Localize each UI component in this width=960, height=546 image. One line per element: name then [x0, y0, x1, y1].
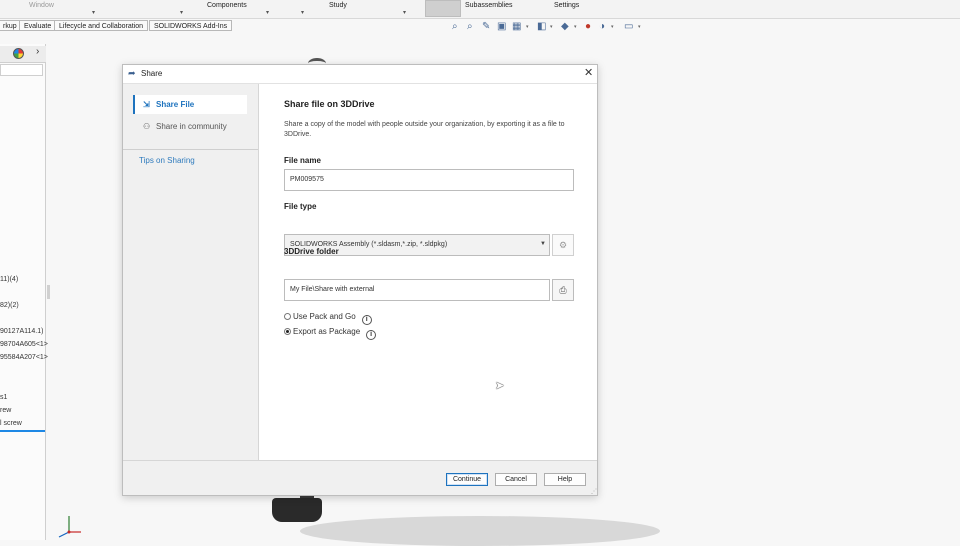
gear-icon[interactable]: ⚙	[552, 234, 574, 256]
folder-input[interactable]: My File\Share with external	[284, 279, 550, 301]
ribbon-window-label[interactable]: Window	[29, 2, 54, 10]
dialog-title-bar[interactable]: ➦ Share ✕	[123, 65, 597, 84]
dialog-nav-pane: ⇲ Share File ⚇ Share in community Tips on …	[123, 84, 259, 460]
nav-item-share-community[interactable]: ⚇ Share in community	[133, 117, 247, 136]
tree-item[interactable]: 95584A207<1>	[0, 354, 48, 362]
chevron-right-icon[interactable]: ›	[36, 46, 39, 57]
chevron-down-icon: ▼	[540, 241, 546, 247]
content-description: Share a copy of the model with people ou…	[284, 121, 565, 138]
model-part-base	[272, 498, 322, 522]
file-type-label: File type	[284, 202, 317, 211]
command-manager-ribbon: Window ▾ ▾ Components ▾ ▾ Study ▾ Subass…	[0, 0, 960, 19]
tab-lifecycle[interactable]: Lifecycle and Collaboration	[54, 20, 149, 31]
ribbon-study-label[interactable]: Study	[329, 2, 347, 10]
file-name-label: File name	[284, 156, 321, 165]
tab-addins[interactable]: SOLIDWORKS Add-Ins	[149, 20, 233, 31]
tips-on-sharing-link[interactable]: Tips on Sharing	[139, 156, 195, 165]
ribbon-components-label[interactable]: Components	[207, 2, 247, 10]
folder-label: 3DDrive folder	[284, 247, 339, 256]
chevron-down-icon[interactable]: ▾	[550, 24, 553, 30]
chevron-down-icon[interactable]: ▾	[574, 24, 577, 30]
panel-splitter-handle[interactable]	[47, 285, 50, 299]
pack-and-go-radio[interactable]: Use Pack and Go i	[284, 312, 372, 325]
community-icon: ⚇	[143, 122, 151, 131]
ribbon-settings-label[interactable]: Settings	[554, 2, 579, 10]
close-button[interactable]: ✕	[584, 67, 593, 79]
tree-item[interactable]: 82)(2)	[0, 302, 19, 310]
zoom-area-icon[interactable]: ⌕	[467, 22, 473, 32]
share-file-icon: ⇲	[143, 100, 150, 109]
nav-item-label: Share in community	[156, 122, 227, 131]
chevron-down-icon[interactable]: ▾	[180, 9, 183, 16]
resize-grip-icon[interactable]: ⋰	[591, 489, 597, 495]
folder-value: My File\Share with external	[290, 286, 375, 293]
tree-item[interactable]: 98704A605<1>	[0, 341, 48, 349]
display-style-icon[interactable]: ◧	[537, 22, 546, 32]
dialog-title: Share	[141, 69, 163, 78]
share-dialog: ➦ Share ✕ ⇲ Share File ⚇ Share in communit…	[122, 64, 598, 496]
section-view-icon[interactable]: ▣	[497, 22, 506, 32]
info-icon[interactable]: i	[366, 330, 377, 340]
tree-item[interactable]: s1	[0, 394, 7, 402]
tree-item[interactable]: 11)(4)	[0, 276, 18, 284]
monitor-icon[interactable]: ▭	[624, 22, 633, 32]
content-heading: Share file on 3DDrive	[284, 99, 375, 109]
chevron-down-icon[interactable]: ▾	[92, 9, 95, 16]
ribbon-active-button[interactable]	[425, 0, 461, 17]
appearance-icon[interactable]: ●	[585, 22, 591, 32]
chevron-down-icon[interactable]: ▾	[526, 24, 529, 30]
model-floor-shadow	[300, 516, 660, 546]
ribbon-subassemblies-label[interactable]: Subassemblies	[465, 2, 512, 10]
radio-export-package[interactable]	[284, 328, 291, 335]
tree-selection-indicator	[0, 430, 45, 432]
tree-item[interactable]: 90127A114.1)	[0, 328, 43, 336]
dialog-footer: Continue Cancel Help	[123, 460, 597, 495]
hide-show-icon[interactable]: ◆	[561, 22, 569, 32]
radio-pack-and-go[interactable]	[284, 313, 291, 320]
chevron-down-icon[interactable]: ▾	[266, 9, 269, 16]
nav-item-label: Share File	[156, 100, 195, 109]
tree-filter-input[interactable]	[0, 64, 43, 76]
view-orientation-icon[interactable]: ▦	[512, 22, 521, 32]
cancel-button[interactable]: Cancel	[495, 473, 537, 486]
info-icon[interactable]: i	[361, 315, 372, 325]
nav-divider	[123, 149, 258, 150]
export-package-radio[interactable]: Export as Package i	[284, 327, 377, 340]
tree-item[interactable]: l screw	[0, 420, 22, 428]
folder-browse-icon[interactable]: ⎙	[552, 279, 574, 301]
file-name-input[interactable]: PM009575	[284, 169, 574, 191]
help-button[interactable]: Help	[544, 473, 586, 486]
tab-evaluate[interactable]: Evaluate	[19, 20, 57, 31]
chevron-down-icon[interactable]: ▾	[611, 24, 614, 30]
chevron-down-icon[interactable]: ▾	[638, 24, 641, 30]
command-tab-strip: rkup Evaluate Lifecycle and Collaboratio…	[0, 19, 960, 33]
previous-view-icon[interactable]: ✎	[482, 22, 490, 32]
chevron-down-icon[interactable]: ▾	[301, 9, 304, 16]
file-name-value: PM009575	[290, 176, 324, 183]
chevron-down-icon[interactable]: ▾	[403, 9, 406, 16]
export-package-label: Export as Package	[293, 327, 361, 336]
share-arrow-icon: ➦	[128, 68, 136, 78]
nav-item-share-file[interactable]: ⇲ Share File	[133, 95, 247, 114]
axis-triad-icon	[58, 516, 81, 538]
scene-icon[interactable]: ◑	[599, 22, 605, 32]
feature-manager-panel	[0, 44, 46, 540]
dialog-content: Share file on 3DDrive Share a copy of th…	[260, 84, 597, 460]
pack-and-go-label: Use Pack and Go	[293, 312, 356, 321]
mouse-pointer-icon: ➤	[495, 380, 505, 392]
continue-button[interactable]: Continue	[446, 473, 488, 486]
zoom-fit-icon[interactable]: ⌕	[452, 22, 458, 32]
display-manager-icon[interactable]	[13, 48, 24, 59]
tree-item[interactable]: rew	[0, 407, 11, 415]
